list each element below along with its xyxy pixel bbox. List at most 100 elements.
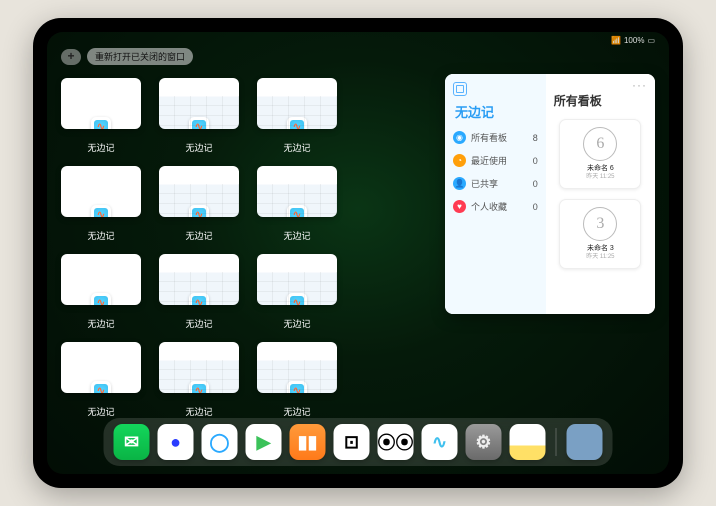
board-card[interactable]: 3 未命名 3 昨天 11:25 [559,199,641,269]
sidebar-item-icon: ♥ [453,200,466,213]
sidebar-toggle-icon[interactable] [453,82,467,96]
ipad-frame: 📶 100% ▭ + 重新打开已关闭的窗口 无边记 无边记 无边记 无边记 无边… [33,18,683,488]
window-label: 无边记 [283,141,310,154]
dock-app-library[interactable] [567,424,603,460]
panel-title: 所有看板 [554,92,649,109]
screen: 📶 100% ▭ + 重新打开已关闭的窗口 无边记 无边记 无边记 无边记 无边… [47,32,669,474]
board-time: 昨天 11:25 [586,254,614,261]
sidebar-item-count: 0 [533,202,538,212]
board-thumbnail: 3 [583,207,617,241]
window-label: 无边记 [87,229,114,242]
freeform-app-icon [287,381,307,393]
dock-app-wechat[interactable]: ✉ [114,424,150,460]
sidebar-item-label: 个人收藏 [471,200,507,213]
window-label: 无边记 [185,141,212,154]
thumbnail-preview [257,342,337,393]
sidebar-item[interactable]: 👤 已共享 0 [453,177,538,190]
sidebar-item-count: 0 [533,179,538,189]
window-label: 无边记 [283,229,310,242]
window-thumbnail[interactable]: 无边记 [61,166,141,242]
freeform-app-icon [91,205,111,217]
status-bar: 📶 100% ▭ [611,36,655,45]
window-thumbnail[interactable]: 无边记 [257,166,337,242]
freeform-main-window[interactable]: 无边记 ◉ 所有看板 8 ◔ 最近使用 0 👤 已共享 0 ♥ 个人收藏 0 ·… [445,74,655,314]
board-time: 昨天 11:25 [586,174,614,181]
dock: ✉●◯▶▮▮⊡⦿⦿∿⚙ [104,418,613,466]
window-thumbnail[interactable]: 无边记 [159,166,239,242]
battery-text: 100% [624,36,644,45]
dock-separator [556,428,557,456]
thumbnail-preview [61,166,141,217]
signal-icon: 📶 [611,36,621,45]
window-thumbnail[interactable]: 无边记 [61,78,141,154]
window-label: 无边记 [185,317,212,330]
window-thumbnail[interactable]: 无边记 [61,342,141,418]
sidebar-title: 无边记 [455,102,538,121]
thumbnail-preview [159,254,239,305]
battery-icon: ▭ [647,36,655,45]
window-label: 无边记 [283,405,310,418]
sidebar-item[interactable]: ◉ 所有看板 8 [453,131,538,144]
board-meta: 未命名 3 昨天 11:25 [586,245,614,261]
freeform-app-icon [91,381,111,393]
thumbnail-preview [159,78,239,129]
dock-app-play[interactable]: ▶ [246,424,282,460]
window-thumbnail[interactable]: 无边记 [257,342,337,418]
board-meta: 未命名 6 昨天 11:25 [586,165,614,181]
dock-app-quark[interactable]: ● [158,424,194,460]
sidebar-item-label: 已共享 [471,177,498,190]
board-thumbnail: 6 [583,127,617,161]
window-label: 无边记 [87,141,114,154]
freeform-app-icon [287,293,307,305]
window-thumbnail[interactable]: 无边记 [159,342,239,418]
dock-app-settings[interactable]: ⚙ [466,424,502,460]
freeform-app-icon [91,117,111,129]
window-grid: 无边记 无边记 无边记 无边记 无边记 无边记 无边记 无边记 [61,74,435,418]
sidebar-item-count: 8 [533,133,538,143]
top-bar: + 重新打开已关闭的窗口 [61,48,193,65]
freeform-app-icon [287,205,307,217]
window-label: 无边记 [185,405,212,418]
freeform-app-icon [287,117,307,129]
thumbnail-preview [61,342,141,393]
sidebar-item-icon: ◉ [453,131,466,144]
more-button[interactable]: ··· [632,78,647,92]
window-thumbnail[interactable]: 无边记 [61,254,141,330]
sidebar: 无边记 ◉ 所有看板 8 ◔ 最近使用 0 👤 已共享 0 ♥ 个人收藏 0 [445,74,546,314]
thumbnail-preview [257,254,337,305]
thumbnail-preview [257,166,337,217]
thumbnail-preview [257,78,337,129]
thumbnail-preview [61,78,141,129]
sidebar-item-label: 最近使用 [471,154,507,167]
window-thumbnail[interactable]: 无边记 [257,78,337,154]
add-window-button[interactable]: + [61,49,81,65]
window-label: 无边记 [87,317,114,330]
board-name: 未命名 6 [586,165,614,173]
sidebar-item-icon: 👤 [453,177,466,190]
thumbnail-preview [159,342,239,393]
sidebar-item-label: 所有看板 [471,131,507,144]
dock-app-freeform[interactable]: ∿ [422,424,458,460]
board-list-panel: ··· 所有看板 6 未命名 6 昨天 11:25 3 未命名 3 昨天 11:… [546,74,655,314]
freeform-app-icon [189,381,209,393]
sidebar-item[interactable]: ♥ 个人收藏 0 [453,200,538,213]
window-label: 无边记 [283,317,310,330]
board-card[interactable]: 6 未命名 6 昨天 11:25 [559,119,641,189]
board-name: 未命名 3 [586,245,614,253]
reopen-closed-window-button[interactable]: 重新打开已关闭的窗口 [87,48,193,65]
window-thumbnail[interactable]: 无边记 [159,254,239,330]
sidebar-item[interactable]: ◔ 最近使用 0 [453,154,538,167]
dock-app-browser[interactable]: ◯ [202,424,238,460]
thumbnail-preview [159,166,239,217]
freeform-app-icon [189,205,209,217]
sidebar-item-count: 0 [533,156,538,166]
window-thumbnail[interactable]: 无边记 [159,78,239,154]
dock-app-books[interactable]: ▮▮ [290,424,326,460]
dock-app-connect[interactable]: ⦿⦿ [378,424,414,460]
window-label: 无边记 [185,229,212,242]
dock-app-dice[interactable]: ⊡ [334,424,370,460]
freeform-app-icon [189,117,209,129]
dock-app-notes[interactable] [510,424,546,460]
stage-manager-area: 无边记 无边记 无边记 无边记 无边记 无边记 无边记 无边记 [61,74,655,418]
window-thumbnail[interactable]: 无边记 [257,254,337,330]
